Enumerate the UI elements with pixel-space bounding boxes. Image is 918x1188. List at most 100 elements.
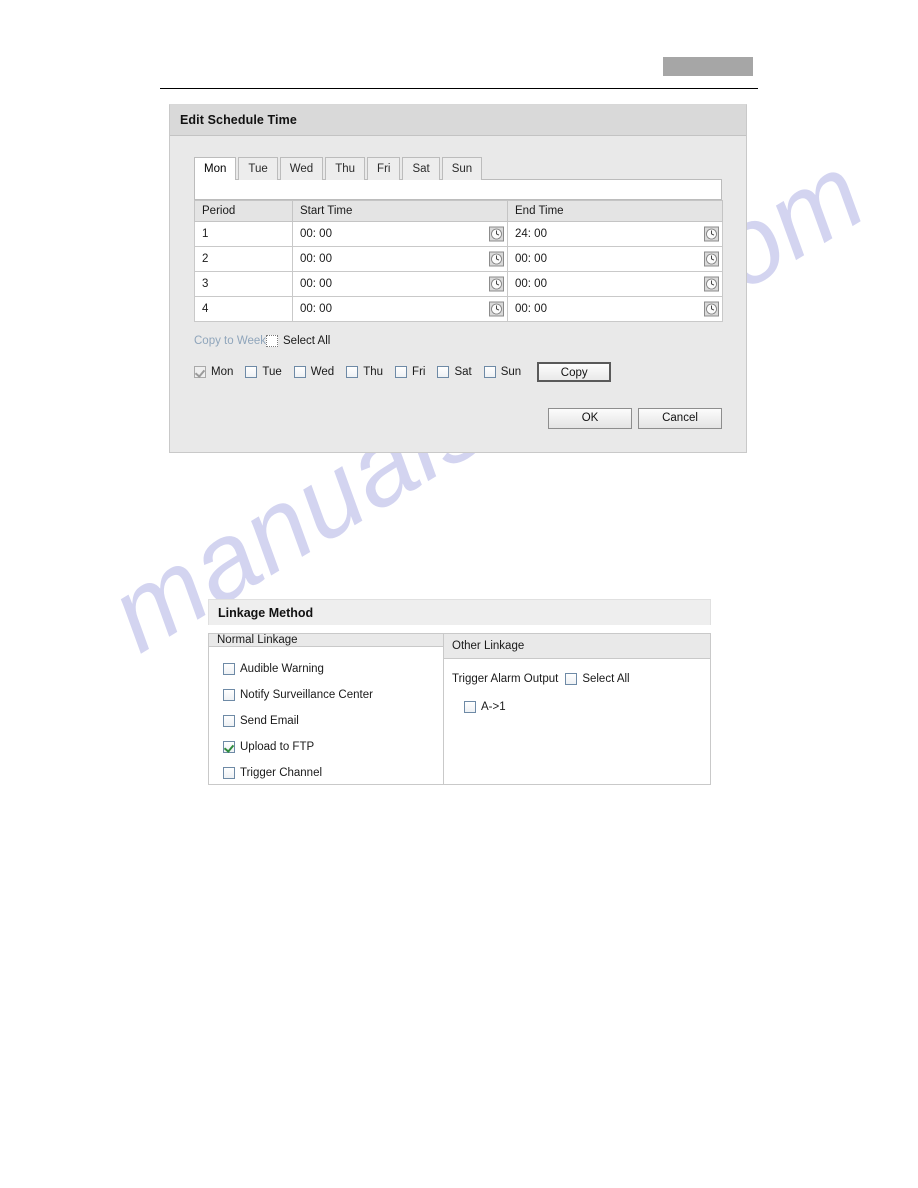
copy-button[interactable]: Copy — [537, 362, 612, 382]
table-row: 4 00: 00 00: 00 — [194, 296, 723, 322]
copy-day-label-sun: Sun — [500, 366, 522, 378]
normal-linkage-items: Audible Warning Notify Surveillance Cent… — [209, 647, 443, 786]
linkage-method-header: Linkage Method — [208, 599, 711, 625]
select-all-days-checkbox[interactable] — [266, 335, 279, 347]
audible-warning-checkbox[interactable] — [223, 663, 235, 675]
linkage-method-title: Linkage Method — [218, 605, 314, 620]
tab-mon[interactable]: Mon — [194, 157, 237, 180]
start-time-field[interactable]: 00: 00 — [292, 246, 508, 272]
alarm-output-select-all-label: Select All — [582, 673, 630, 685]
period-number: 1 — [194, 221, 293, 247]
normal-linkage-column: Normal Linkage Audible Warning Notify Su… — [209, 634, 444, 784]
copy-day-label-tue: Tue — [262, 366, 282, 378]
audible-warning-label: Audible Warning — [240, 663, 324, 675]
end-time-field[interactable]: 00: 00 — [507, 296, 723, 322]
copy-day-label-thu: Thu — [363, 366, 384, 378]
list-item: Trigger Channel — [223, 760, 443, 786]
alarm-output-a1-label: A->1 — [481, 701, 506, 713]
start-time-value: 00: 00 — [300, 302, 332, 315]
tab-fri[interactable]: Fri — [367, 157, 401, 180]
dialog-titlebar: Edit Schedule Time — [170, 105, 746, 136]
redacted-header-label — [663, 57, 753, 76]
period-number: 2 — [194, 246, 293, 272]
period-number: 3 — [194, 271, 293, 297]
list-item: Upload to FTP — [223, 734, 443, 760]
ok-button[interactable]: OK — [548, 408, 632, 429]
start-time-field[interactable]: 00: 00 — [292, 296, 508, 322]
linkage-method-body: Normal Linkage Audible Warning Notify Su… — [208, 633, 711, 785]
copy-day-checkbox-wed[interactable] — [293, 366, 306, 378]
copy-day-label-sat: Sat — [454, 366, 472, 378]
start-time-value: 00: 00 — [300, 252, 332, 265]
start-time-field[interactable]: 00: 00 — [292, 271, 508, 297]
other-linkage-items: Trigger Alarm Output Select All A->1 — [444, 659, 710, 720]
tab-sun[interactable]: Sun — [441, 157, 483, 180]
edit-schedule-time-dialog: Edit Schedule Time Mon Tue Wed Thu Fri S… — [169, 104, 747, 453]
copy-day-checkbox-tue[interactable] — [245, 366, 258, 378]
dialog-title: Edit Schedule Time — [180, 113, 297, 127]
copy-day-label-mon: Mon — [211, 366, 234, 378]
trigger-channel-label: Trigger Channel — [240, 767, 323, 779]
tab-wed[interactable]: Wed — [279, 157, 324, 180]
copy-days-row: Mon Tue Wed Thu Fri Sat Sun Copy — [194, 360, 746, 384]
clock-icon[interactable] — [489, 226, 504, 242]
clock-icon[interactable] — [704, 251, 719, 267]
copy-day-checkbox-thu[interactable] — [346, 366, 359, 378]
other-linkage-column: Other Linkage Trigger Alarm Output Selec… — [444, 634, 710, 784]
column-header-period: Period — [194, 200, 293, 222]
copy-day-checkbox-sat[interactable] — [437, 366, 450, 378]
end-time-value: 24: 00 — [515, 227, 547, 240]
tab-thu[interactable]: Thu — [325, 157, 366, 180]
end-time-value: 00: 00 — [515, 277, 547, 290]
list-item: Notify Surveillance Center — [223, 682, 443, 708]
clock-icon[interactable] — [489, 301, 504, 317]
end-time-field[interactable]: 00: 00 — [507, 271, 723, 297]
upload-to-ftp-label: Upload to FTP — [240, 741, 315, 753]
copy-day-label-fri: Fri — [412, 366, 426, 378]
select-all-days-label: Select All — [283, 335, 331, 347]
tab-content-strip — [194, 179, 722, 200]
linkage-method-panel: Linkage Method Normal Linkage Audible Wa… — [208, 599, 711, 785]
alarm-output-a1-checkbox[interactable] — [464, 701, 476, 713]
table-row: 1 00: 00 24: 00 — [194, 221, 723, 247]
schedule-table: Period Start Time End Time 1 00: 00 24: … — [194, 200, 723, 322]
cancel-button[interactable]: Cancel — [638, 408, 722, 429]
trigger-alarm-output-row: Trigger Alarm Output Select All — [452, 668, 710, 690]
copy-to-week-row: Copy to Week Select All — [194, 332, 746, 350]
start-time-value: 00: 00 — [300, 277, 332, 290]
clock-icon[interactable] — [489, 251, 504, 267]
start-time-field[interactable]: 00: 00 — [292, 221, 508, 247]
end-time-field[interactable]: 00: 00 — [507, 246, 723, 272]
upload-to-ftp-checkbox[interactable] — [223, 741, 235, 753]
copy-day-checkbox-mon — [194, 366, 206, 378]
normal-linkage-header: Normal Linkage — [209, 634, 443, 647]
alarm-output-select-all-checkbox[interactable] — [565, 673, 578, 685]
start-time-value: 00: 00 — [300, 227, 332, 240]
dialog-action-buttons: OK Cancel — [548, 408, 722, 429]
tab-tue[interactable]: Tue — [238, 157, 278, 180]
clock-icon[interactable] — [704, 276, 719, 292]
clock-icon[interactable] — [704, 226, 719, 242]
end-time-field[interactable]: 24: 00 — [507, 221, 723, 247]
copy-day-checkbox-fri[interactable] — [395, 366, 408, 378]
clock-icon[interactable] — [489, 276, 504, 292]
header-divider — [160, 88, 758, 89]
send-email-label: Send Email — [240, 715, 299, 727]
column-header-end-time: End Time — [507, 200, 723, 222]
copy-to-week-label: Copy to Week — [194, 335, 267, 347]
send-email-checkbox[interactable] — [223, 715, 235, 727]
table-row: 2 00: 00 00: 00 — [194, 246, 723, 272]
end-time-value: 00: 00 — [515, 302, 547, 315]
table-header-row: Period Start Time End Time — [194, 200, 723, 222]
list-item: Send Email — [223, 708, 443, 734]
clock-icon[interactable] — [704, 301, 719, 317]
copy-day-label-wed: Wed — [310, 366, 335, 378]
column-header-start-time: Start Time — [292, 200, 508, 222]
notify-surveillance-center-checkbox[interactable] — [223, 689, 235, 701]
other-linkage-header: Other Linkage — [444, 634, 710, 659]
list-item: Audible Warning — [223, 656, 443, 682]
day-tabs: Mon Tue Wed Thu Fri Sat Sun — [170, 156, 746, 180]
copy-day-checkbox-sun[interactable] — [483, 366, 496, 378]
trigger-channel-checkbox[interactable] — [223, 767, 235, 779]
tab-sat[interactable]: Sat — [402, 157, 440, 180]
